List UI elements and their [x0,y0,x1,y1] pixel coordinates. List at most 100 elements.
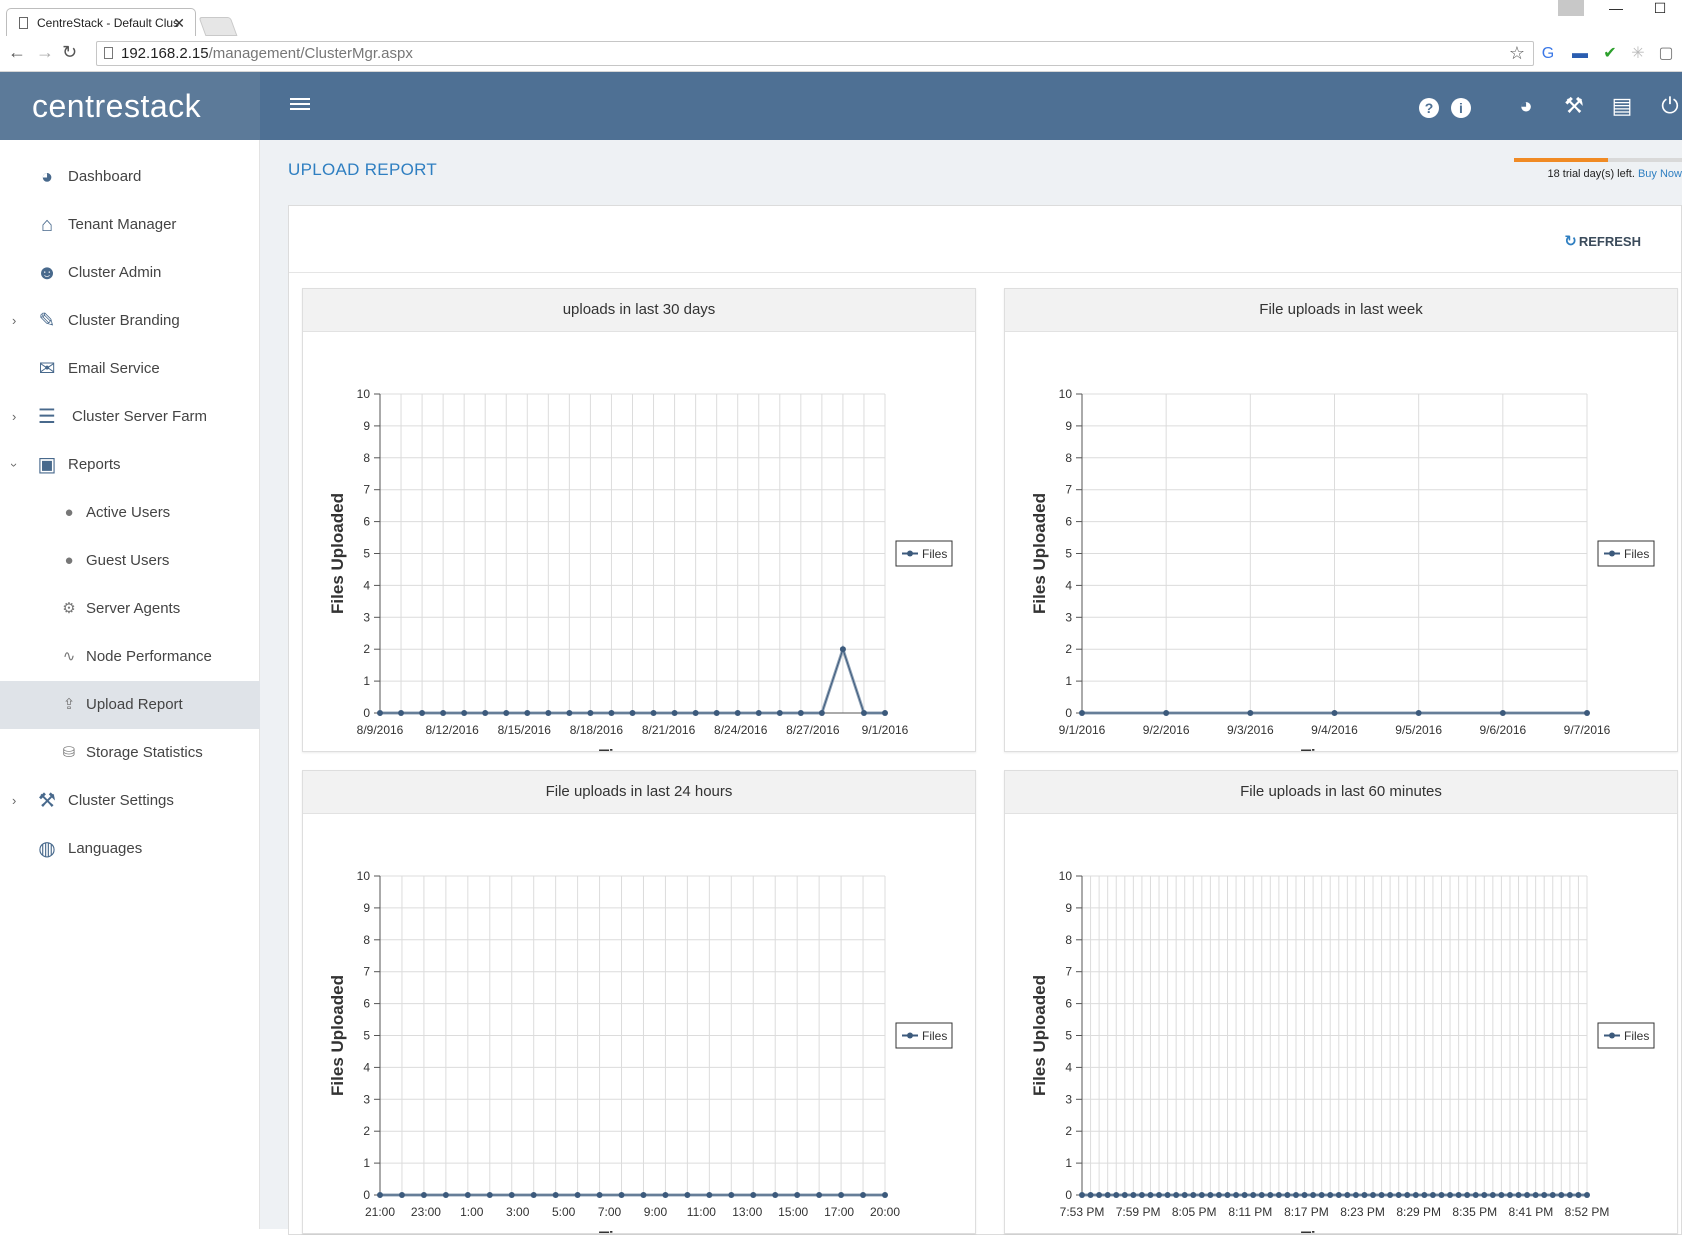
sidebar-item-label: Tenant Manager [68,216,177,233]
sidebar-item-reports[interactable]: › ▣ Reports [0,441,260,489]
tools-icon[interactable]: ⚒ [1560,94,1588,118]
bookmark-star-icon[interactable]: ☆ [1509,42,1525,65]
sidebar-item-active-users[interactable]: ● Active Users [0,489,260,537]
chart-legend: Files [1597,540,1655,567]
y-tick-label: 10 [1059,869,1073,883]
asterisk-extension-icon[interactable]: ✳ [1628,44,1648,64]
data-point [461,710,468,716]
data-point [1575,1192,1582,1198]
data-point [1258,1192,1265,1198]
sidebar-item-upload-report[interactable]: ⇪ Upload Report [0,681,260,729]
data-point [640,1192,647,1198]
sidebar-item-storage-statistics[interactable]: ⛁ Storage Statistics [0,729,260,777]
data-point [420,1192,427,1198]
sidebar-item-cluster-settings[interactable]: › ⚒ Cluster Settings [0,777,260,825]
data-point [1318,1192,1325,1198]
data-point [629,710,636,716]
close-tab-icon[interactable]: ✕ [173,9,185,36]
data-point [482,710,489,716]
data-point [377,710,383,716]
x-tick-label: 8/27/2016 [786,723,840,737]
sidebar-item-server-agents[interactable]: ⚙ Server Agents [0,585,260,633]
chevron-right-icon[interactable]: › [12,777,16,825]
sidebar-item-label: Cluster Settings [68,792,174,809]
y-tick-label: 10 [357,387,371,401]
screen-extension-icon[interactable]: ▬ [1570,44,1590,64]
back-icon[interactable]: ← [8,42,26,63]
data-point [1506,1192,1513,1198]
sidebar-item-cluster-branding[interactable]: › ✎ Cluster Branding [0,297,260,345]
x-tick-label: 9/7/2016 [1564,723,1611,737]
top-header: ? i ◕ ⚒ ▤ ⏻ [260,72,1682,140]
data-point [596,1192,603,1198]
hamburger-menu-icon[interactable] [290,98,310,114]
chevron-right-icon[interactable]: › [12,393,16,441]
chevron-right-icon[interactable]: › [12,297,16,345]
info-icon[interactable]: i [1447,94,1475,118]
url-field[interactable]: 192.168.2.15/management/ClusterMgr.aspx … [96,41,1534,66]
data-point [1352,1192,1359,1198]
sidebar-item-guest-users[interactable]: ● Guest Users [0,537,260,585]
data-point [816,1192,823,1198]
refresh-button[interactable]: ↻ REFRESH [1564,232,1641,250]
browser-tab[interactable]: CentreStack - Default Clus ✕ [6,8,196,36]
help-icon[interactable]: ? [1415,94,1443,118]
reports-icon: ▣ [37,454,57,476]
data-point [860,710,867,716]
report-panel: ↻ REFRESH uploads in last 30 days 0 1 2 3 4 5 6… [288,205,1682,1235]
profile-icon[interactable] [1558,0,1584,16]
sidebar: ◕ Dashboard ⌂ Tenant Manager ☻ Cluster A… [0,140,260,1229]
check-extension-icon[interactable]: ✔ [1600,44,1620,64]
y-tick-label: 1 [1065,1156,1072,1170]
data-point [1455,1192,1462,1198]
menu-extension-icon[interactable]: ▢ [1656,44,1676,64]
brand-logo[interactable]: centrestack [0,72,260,140]
sidebar-item-label: Cluster Admin [68,264,162,281]
y-tick-label: 7 [1065,965,1072,979]
y-axis-title: Files Uploaded [1030,493,1049,614]
data-point [1147,1192,1154,1198]
main-content: UPLOAD REPORT 18 trial day(s) left. Buy … [260,140,1682,1235]
sidebar-item-languages[interactable]: ◍ Languages [0,825,260,873]
y-tick-label: 7 [363,965,370,979]
branding-icon: ✎ [38,310,56,332]
forward-icon[interactable]: → [36,42,54,63]
maximize-icon[interactable]: ☐ [1638,1,1682,15]
sidebar-item-cluster-admin[interactable]: ☻ Cluster Admin [0,249,260,297]
data-point [671,710,678,716]
sidebar-item-tenant-manager[interactable]: ⌂ Tenant Manager [0,201,260,249]
data-point [1395,1192,1402,1198]
data-point [1181,1192,1188,1198]
chart-title: File uploads in last week [1005,289,1677,332]
sidebar-item-email-service[interactable]: ✉ Email Service [0,345,260,393]
performance-icon: ∿ [62,648,76,665]
dashboard-icon: ◕ [40,166,54,188]
dashboard-pie-icon[interactable]: ◕ [1512,94,1540,118]
web-portal-icon[interactable]: ▤ [1608,94,1636,118]
new-tab-button[interactable] [198,17,238,36]
data-point [1250,1192,1257,1198]
data-point [1464,1192,1471,1198]
chart-legend: Files [895,540,953,567]
data-point [755,710,762,716]
chart-title: File uploads in last 60 minutes [1005,771,1677,814]
minimize-icon[interactable]: — [1594,1,1638,15]
sidebar-item-node-performance[interactable]: ∿ Node Performance [0,633,260,681]
page-info-icon[interactable] [104,47,113,59]
sidebar-item-dashboard[interactable]: ◕ Dashboard [0,153,260,201]
buy-now-link[interactable]: Buy Now [1638,168,1682,180]
data-point [1404,1192,1411,1198]
x-tick-label: 8:52 PM [1565,1205,1610,1219]
translate-extension-icon[interactable]: G [1538,44,1558,64]
data-point [728,1192,735,1198]
chevron-down-icon[interactable]: › [0,463,38,467]
sidebar-item-cluster-server-farm[interactable]: › ☰ Cluster Server Farm [0,393,260,441]
reload-icon[interactable]: ↻ [62,42,77,63]
power-icon[interactable]: ⏻ [1656,94,1682,118]
x-tick-label: 8:05 PM [1172,1205,1217,1219]
tab-title: CentreStack - Default Clus [37,16,180,30]
data-point [508,1192,515,1198]
y-axis-title: Files Uploaded [328,975,347,1096]
y-tick-label: 6 [363,515,370,529]
storage-icon: ⛁ [62,744,76,761]
